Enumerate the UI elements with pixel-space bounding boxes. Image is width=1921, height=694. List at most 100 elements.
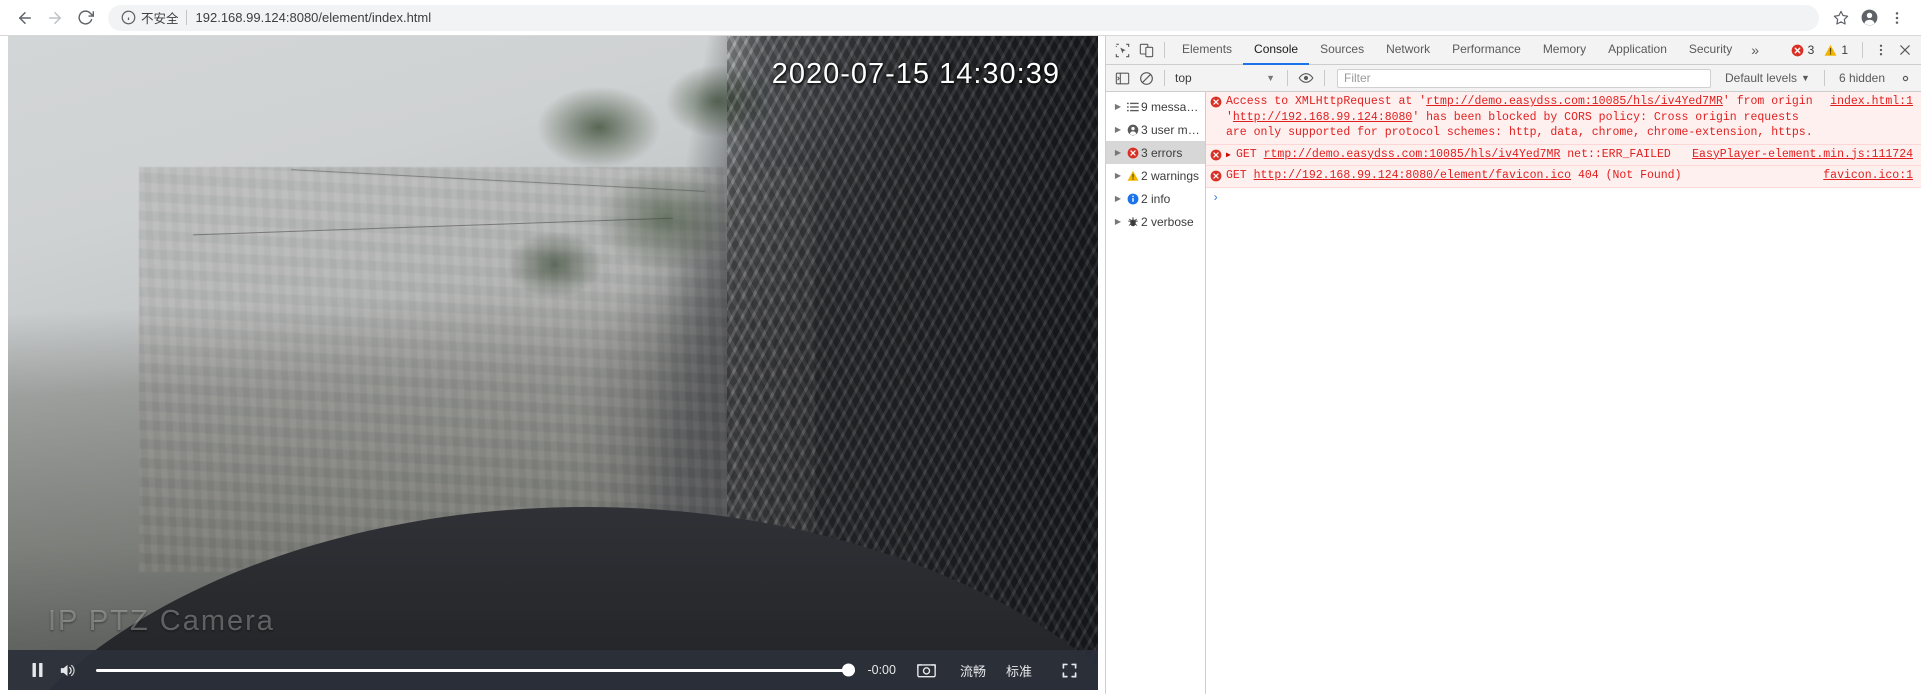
progress-slider[interactable]	[96, 655, 856, 685]
main-area: 2020-07-15 14:30:39 IP PTZ Camera -0:00 …	[0, 36, 1921, 694]
clear-console-icon[interactable]	[1134, 66, 1158, 90]
console-sidebar-toggle-icon[interactable]	[1110, 66, 1134, 90]
console-message-error[interactable]: GET http://192.168.99.124:8080/element/f…	[1206, 166, 1921, 188]
console-toolbar-divider-2	[1287, 70, 1288, 86]
console-message-text: Access to XMLHttpRequest at 'rtmp://demo…	[1226, 94, 1830, 141]
more-tabs-icon[interactable]: »	[1743, 36, 1767, 65]
tab-application[interactable]: Application	[1597, 36, 1678, 65]
info-circle-icon[interactable]	[120, 10, 136, 26]
chevron-right-icon[interactable]: ▶	[1112, 125, 1124, 134]
inspect-element-icon[interactable]	[1110, 38, 1134, 62]
log-levels-dropdown[interactable]: Default levels ▼	[1717, 71, 1818, 85]
error-badge-icon	[1791, 44, 1804, 57]
msg-link-url[interactable]: rtmp://demo.easydss.com:10085/hls/iv4Yed…	[1426, 95, 1723, 108]
sidebar-item-errors[interactable]: ▶ 3 errors	[1106, 141, 1205, 164]
profile-avatar-icon[interactable]	[1855, 4, 1883, 32]
url-text: 192.168.99.124:8080/element/index.html	[195, 10, 432, 25]
warning-badge-icon	[1824, 44, 1837, 57]
sidebar-item-info[interactable]: ▶ 2 info	[1106, 187, 1205, 210]
tab-console[interactable]: Console	[1243, 36, 1310, 65]
sidebar-item-verbose[interactable]: ▶ 2 verbose	[1106, 210, 1205, 233]
sidebar-item-warnings[interactable]: ▶ 2 warnings	[1106, 164, 1205, 187]
pause-button[interactable]	[22, 655, 52, 685]
live-expression-eye-icon[interactable]	[1294, 66, 1318, 90]
msg-link-url[interactable]: rtmp://demo.easydss.com:10085/hls/iv4Yed…	[1264, 148, 1561, 161]
chevron-right-icon[interactable]: ▶	[1112, 102, 1124, 111]
console-message-text: GET http://192.168.99.124:8080/element/f…	[1226, 168, 1823, 184]
video-watermark: IP PTZ Camera	[48, 605, 275, 637]
warning-icon	[1124, 170, 1141, 182]
chrome-menu-icon[interactable]	[1883, 4, 1911, 32]
video-frame-image	[8, 36, 1098, 690]
tab-sources[interactable]: Sources	[1309, 36, 1375, 65]
fullscreen-icon[interactable]	[1054, 655, 1084, 685]
console-prompt[interactable]: ›	[1206, 187, 1921, 208]
console-filter-input[interactable]	[1337, 68, 1711, 88]
msg-link-origin[interactable]: http://192.168.99.124:8080	[1233, 111, 1412, 124]
tab-memory[interactable]: Memory	[1532, 36, 1597, 65]
devtools-menu-icon[interactable]	[1869, 38, 1893, 62]
console-message-source[interactable]: EasyPlayer-element.min.js:111724	[1692, 147, 1921, 163]
devtools-panel: Elements Console Sources Network Perform…	[1105, 36, 1921, 694]
console-settings-gear-icon[interactable]	[1893, 66, 1917, 90]
volume-icon[interactable]	[52, 655, 82, 685]
execution-context-dropdown[interactable]: top ▼	[1171, 68, 1281, 88]
chevron-down-icon: ▼	[1801, 73, 1810, 83]
msg-post: net::ERR_FAILED	[1560, 147, 1671, 161]
forward-icon[interactable]	[40, 3, 70, 33]
progress-knob[interactable]	[842, 663, 856, 677]
bookmark-star-icon[interactable]	[1827, 4, 1855, 32]
chevron-right-icon[interactable]: ▶	[1112, 148, 1124, 157]
console-message-source[interactable]: favicon.ico:1	[1823, 168, 1921, 184]
tab-elements[interactable]: Elements	[1171, 36, 1243, 65]
console-message-text: GET rtmp://demo.easydss.com:10085/hls/iv…	[1236, 147, 1692, 163]
chevron-right-icon[interactable]: ▶	[1112, 171, 1124, 180]
chevron-right-icon[interactable]: ▶	[1112, 194, 1124, 203]
player-control-bar: -0:00 流畅 标准	[8, 650, 1098, 690]
page-viewport: 2020-07-15 14:30:39 IP PTZ Camera -0:00 …	[0, 36, 1105, 694]
sidebar-item-label: 2 info	[1141, 191, 1171, 206]
time-remaining-label: -0:00	[867, 663, 896, 677]
browser-toolbar: 不安全 192.168.99.124:8080/element/index.ht…	[0, 0, 1921, 36]
sidebar-item-label: 2 verbose	[1141, 214, 1194, 229]
msg-link-url[interactable]: http://192.168.99.124:8080/element/favic…	[1254, 169, 1571, 182]
warning-badge-count: 1	[1841, 43, 1848, 57]
user-icon	[1124, 124, 1141, 136]
quality-standard-button[interactable]: 标准	[1006, 661, 1032, 680]
error-icon	[1124, 147, 1141, 159]
sidebar-item-label: 3 errors	[1141, 145, 1183, 160]
video-player[interactable]: 2020-07-15 14:30:39 IP PTZ Camera -0:00 …	[8, 36, 1098, 690]
progress-track	[96, 668, 856, 672]
quality-smooth-button[interactable]: 流畅	[960, 661, 986, 680]
snapshot-camera-icon[interactable]	[912, 655, 942, 685]
reload-icon[interactable]	[70, 3, 100, 33]
hidden-messages-count: 6 hidden	[1838, 71, 1885, 85]
sidebar-item-messages[interactable]: ▶ 9 messages	[1106, 95, 1205, 118]
prompt-caret-icon: ›	[1212, 190, 1220, 205]
address-bar[interactable]: 不安全 192.168.99.124:8080/element/index.ht…	[108, 4, 1819, 31]
expand-triangle-icon[interactable]: ▶	[1226, 147, 1236, 163]
verbose-bug-icon	[1124, 216, 1141, 228]
video-timestamp-overlay: 2020-07-15 14:30:39	[771, 58, 1060, 90]
console-message-error[interactable]: Access to XMLHttpRequest at 'rtmp://demo…	[1206, 92, 1921, 145]
console-toolbar-divider-4	[1823, 70, 1825, 86]
devtools-close-icon[interactable]	[1893, 38, 1917, 62]
device-toolbar-icon[interactable]	[1134, 38, 1158, 62]
error-badge-count: 3	[1807, 43, 1815, 57]
issue-badges[interactable]: 3 1	[1791, 43, 1856, 57]
tab-security[interactable]: Security	[1678, 36, 1743, 65]
tab-performance[interactable]: Performance	[1441, 36, 1532, 65]
chevron-right-icon[interactable]: ▶	[1112, 217, 1124, 226]
info-icon	[1124, 193, 1141, 205]
sidebar-item-user-messages[interactable]: ▶ 3 user mess...	[1106, 118, 1205, 141]
devtools-tabbar: Elements Console Sources Network Perform…	[1106, 36, 1921, 65]
msg-pre: Access to XMLHttpRequest at '	[1226, 95, 1427, 108]
error-icon	[1206, 94, 1226, 141]
sidebar-item-label: 3 user mess...	[1141, 122, 1205, 137]
msg-post: 404 (Not Found)	[1571, 169, 1682, 182]
back-icon[interactable]	[10, 3, 40, 33]
tab-network[interactable]: Network	[1375, 36, 1441, 65]
console-message-source[interactable]: index.html:1	[1830, 94, 1921, 110]
msg-pre: GET	[1226, 169, 1254, 182]
console-message-error[interactable]: ▶ GET rtmp://demo.easydss.com:10085/hls/…	[1206, 144, 1921, 166]
